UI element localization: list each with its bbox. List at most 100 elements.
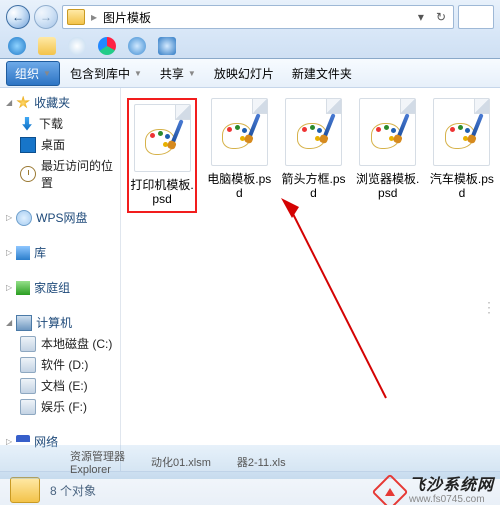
watermark: 飞沙系统网 www.fs0745.com [377, 479, 494, 505]
computer-icon [16, 315, 32, 331]
app-icon[interactable] [98, 37, 116, 55]
folder-icon [67, 9, 85, 25]
app-icon[interactable] [68, 37, 86, 55]
sidebar-item-drive-d[interactable]: 软件 (D:) [6, 354, 118, 375]
homegroup-icon [16, 281, 30, 295]
os-taskbar-peek: 资源管理器 Explorer 动化01.xlsm 器2-11.xls [0, 445, 500, 479]
sidebar-group-wps[interactable]: ▷ WPS网盘 [6, 207, 118, 228]
drive-icon [20, 399, 36, 415]
drive-icon [20, 336, 36, 352]
chevron-right-icon: ▸ [91, 10, 97, 24]
expand-icon: ▷ [6, 213, 12, 222]
sidebar-item-label: 最近访问的位置 [41, 157, 118, 191]
clock-icon [20, 166, 36, 182]
slideshow-label: 放映幻灯片 [214, 65, 274, 82]
star-icon [16, 96, 30, 110]
sidebar-group-libraries[interactable]: ▷ 库 [6, 242, 118, 263]
drive-icon [20, 378, 36, 394]
refresh-icon[interactable]: ↻ [433, 10, 449, 24]
search-input[interactable] [458, 5, 494, 29]
brand-url: www.fs0745.com [409, 495, 494, 505]
new-folder-button[interactable]: 新建文件夹 [284, 62, 360, 85]
sidebar-group-favorites[interactable]: ◢ 收藏夹 [6, 92, 118, 113]
cloud-icon [16, 210, 32, 226]
app-icon[interactable] [158, 37, 176, 55]
annotation-arrow [281, 198, 401, 408]
wps-label: WPS网盘 [36, 209, 87, 226]
sidebar-item-desktop[interactable]: 桌面 [6, 134, 118, 155]
newfolder-label: 新建文件夹 [292, 65, 352, 82]
chevron-down-icon: ▼ [134, 69, 142, 78]
slideshow-button[interactable]: 放映幻灯片 [206, 62, 282, 85]
file-item[interactable]: 汽车模板.psd [430, 98, 494, 201]
sidebar-item-label: 下载 [39, 115, 63, 132]
chevron-down-icon: ▼ [43, 69, 51, 78]
file-name-label: 汽车模板.psd [430, 172, 494, 201]
share-button[interactable]: 共享 ▼ [152, 62, 204, 85]
drive-icon [20, 357, 36, 373]
file-thumbnail [359, 98, 416, 166]
sidebar-item-recent[interactable]: 最近访问的位置 [6, 155, 118, 193]
collapse-icon: ◢ [6, 318, 12, 327]
chevron-down-icon[interactable]: ▾ [415, 10, 427, 24]
download-icon [20, 117, 34, 131]
homegroup-label: 家庭组 [34, 279, 70, 296]
paint-icon [297, 115, 331, 149]
sidebar-item-drive-e[interactable]: 文档 (E:) [6, 375, 118, 396]
sidebar-item-label: 娱乐 (F:) [41, 398, 87, 415]
include-in-library-button[interactable]: 包含到库中 ▼ [62, 62, 150, 85]
paint-icon [371, 115, 405, 149]
file-thumbnail [285, 98, 342, 166]
scrollbar-hint-icon: ⋮ [482, 299, 496, 316]
file-name-label: 打印机模板.psd [130, 178, 194, 207]
include-label: 包含到库中 [70, 65, 130, 82]
taskbar-item: 资源管理器 Explorer [70, 448, 125, 476]
file-name-label: 电脑模板.psd [207, 172, 271, 201]
app-icon[interactable] [8, 37, 26, 55]
sidebar-item-downloads[interactable]: 下载 [6, 113, 118, 134]
chevron-down-icon: ▼ [188, 69, 196, 78]
paint-icon [222, 115, 256, 149]
favorites-label: 收藏夹 [34, 94, 70, 111]
sidebar-group-computer[interactable]: ◢ 计算机 [6, 312, 118, 333]
explorer-toolbar: 组织 ▼ 包含到库中 ▼ 共享 ▼ 放映幻灯片 新建文件夹 [0, 59, 500, 88]
file-thumbnail [211, 98, 268, 166]
breadcrumb-folder[interactable]: 图片模板 [103, 9, 151, 26]
brand-name: 飞沙系统网 [409, 478, 494, 495]
collapse-icon: ◢ [6, 98, 12, 107]
file-name-label: 箭头方框.psd [281, 172, 345, 201]
desktop-icon [20, 137, 36, 153]
app-icon[interactable] [38, 37, 56, 55]
taskbar-item: 器2-11.xls [237, 454, 286, 470]
sidebar-item-drive-c[interactable]: 本地磁盘 (C:) [6, 333, 118, 354]
nav-forward-button[interactable]: → [34, 5, 58, 29]
organize-button[interactable]: 组织 ▼ [6, 61, 60, 86]
app-launch-row [0, 32, 500, 60]
address-bar[interactable]: ▸ 图片模板 ▾ ↻ [62, 5, 454, 29]
file-item[interactable]: 箭头方框.psd [281, 98, 345, 201]
nav-back-button[interactable]: ← [6, 5, 30, 29]
sidebar-item-label: 软件 (D:) [41, 356, 88, 373]
library-icon [16, 246, 30, 260]
expand-icon: ▷ [6, 248, 12, 257]
sidebar-item-label: 桌面 [41, 136, 65, 153]
paint-icon [145, 121, 179, 155]
library-label: 库 [34, 244, 46, 261]
sidebar-item-label: 文档 (E:) [41, 377, 88, 394]
share-label: 共享 [160, 65, 184, 82]
folder-icon [10, 477, 40, 503]
status-count: 8 个对象 [50, 482, 96, 499]
file-pane[interactable]: 打印机模板.psd 电脑模板.psd 箭头方框.psd 浏览器模板.psd 汽车模板.p… [121, 88, 500, 471]
file-item[interactable]: 电脑模板.psd [207, 98, 271, 201]
file-thumbnail [134, 104, 191, 172]
app-icon[interactable] [128, 37, 146, 55]
taskbar-item: 动化01.xlsm [151, 454, 211, 470]
computer-label: 计算机 [36, 314, 72, 331]
nav-sidebar: ◢ 收藏夹 下载 桌面 最近访问的位置 ▷ WPS网盘 ▷ 库 [0, 88, 121, 471]
file-item[interactable]: 打印机模板.psd [127, 98, 197, 213]
sidebar-group-homegroup[interactable]: ▷ 家庭组 [6, 277, 118, 298]
sidebar-item-label: 本地磁盘 (C:) [41, 335, 112, 352]
file-item[interactable]: 浏览器模板.psd [356, 98, 420, 201]
brand-logo-icon [372, 474, 409, 505]
sidebar-item-drive-f[interactable]: 娱乐 (F:) [6, 396, 118, 417]
